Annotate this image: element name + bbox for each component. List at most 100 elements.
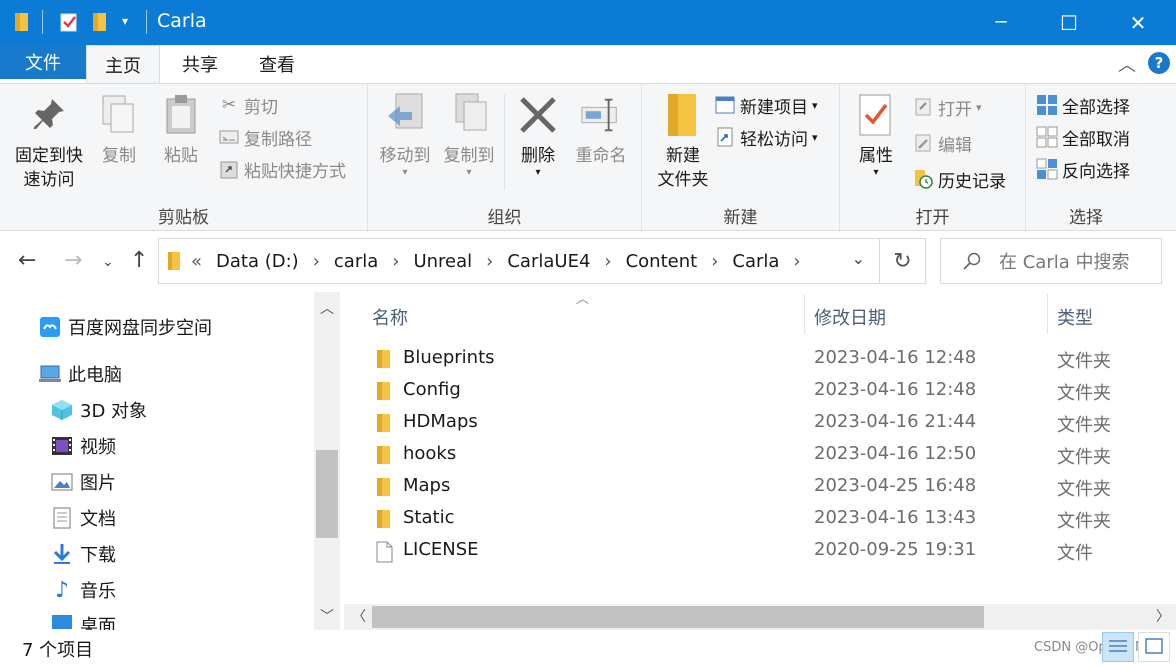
new-folder-button[interactable]: 新建 文件夹: [648, 92, 718, 192]
column-divider[interactable]: [1047, 294, 1048, 334]
file-icon: [374, 541, 394, 563]
easy-access-button[interactable]: 轻松访问 ▾: [714, 122, 818, 152]
cut-button[interactable]: ✂ 剪切: [218, 90, 278, 120]
new-folder-quick-icon[interactable]: [92, 12, 108, 37]
chevron-right-icon[interactable]: ›: [793, 251, 800, 272]
chevron-right-icon[interactable]: ›: [392, 251, 399, 272]
table-row[interactable]: hooks 2023-04-16 12:50 文件夹: [344, 439, 1176, 471]
chevron-right-icon[interactable]: ›: [486, 251, 493, 272]
move-to-button[interactable]: 移动到 ▾: [374, 92, 436, 178]
file-date: 2023-04-16 13:43: [814, 507, 977, 528]
breadcrumb-carla-current[interactable]: Carla: [732, 251, 779, 272]
nav-item-documents[interactable]: 文档: [50, 505, 116, 531]
copy-button[interactable]: 复制: [94, 92, 144, 168]
chevron-right-icon[interactable]: ›: [711, 251, 718, 272]
minimize-button[interactable]: ─: [967, 0, 1035, 45]
table-row[interactable]: Static 2023-04-16 13:43 文件夹: [344, 503, 1176, 535]
copy-path-button[interactable]: 复制路径: [218, 122, 312, 152]
rename-button[interactable]: 重命名: [568, 92, 634, 168]
nav-item-desktop[interactable]: 桌面: [50, 612, 116, 630]
table-row[interactable]: Config 2023-04-16 12:48 文件夹: [344, 375, 1176, 407]
refresh-button[interactable]: ↻: [880, 238, 926, 284]
baidu-netdisk-icon: [38, 316, 62, 338]
file-name: Blueprints: [403, 347, 495, 368]
edit-button[interactable]: 编辑: [912, 128, 972, 158]
table-row[interactable]: LICENSE 2020-09-25 19:31 文件: [344, 535, 1176, 567]
column-header-date[interactable]: 修改日期: [814, 304, 886, 330]
file-date: 2023-04-16 21:44: [814, 411, 977, 432]
quick-access-dropdown-icon[interactable]: ▾: [122, 14, 128, 28]
tab-home[interactable]: 主页: [86, 45, 160, 83]
breadcrumb-content[interactable]: Content: [626, 251, 698, 272]
chevron-right-icon[interactable]: ›: [313, 251, 320, 272]
close-button[interactable]: ✕: [1104, 0, 1172, 45]
breadcrumb-carlaue4[interactable]: CarlaUE4: [507, 251, 590, 272]
chevron-right-icon[interactable]: ›: [604, 251, 611, 272]
collapse-ribbon-icon[interactable]: ︿: [1118, 51, 1136, 77]
up-arrow-icon[interactable]: ↑: [130, 248, 148, 273]
scrollbar-thumb[interactable]: [372, 606, 984, 628]
pin-quick-access-button[interactable]: 固定到快 速访问: [8, 92, 90, 192]
paste-button[interactable]: 粘贴: [156, 92, 206, 168]
properties-quick-icon[interactable]: [60, 12, 78, 37]
overflow-icon[interactable]: «: [191, 251, 202, 272]
tab-share[interactable]: 共享: [164, 45, 236, 83]
select-none-icon: [1036, 126, 1058, 148]
nav-item-videos[interactable]: 视频: [50, 433, 116, 459]
column-header-name[interactable]: 名称: [372, 304, 408, 330]
new-folder-icon: [662, 92, 704, 138]
large-icons-view-button[interactable]: [1138, 632, 1170, 662]
cut-label: 剪切: [244, 97, 278, 118]
forward-arrow-icon[interactable]: →: [64, 248, 82, 273]
tab-file[interactable]: 文件: [0, 45, 86, 79]
nav-item-music[interactable]: ♪ 音乐: [50, 577, 116, 603]
scroll-left-icon[interactable]: 〈: [352, 606, 366, 626]
file-type: 文件: [1057, 543, 1093, 564]
help-icon[interactable]: ?: [1148, 52, 1170, 74]
table-row[interactable]: Maps 2023-04-25 16:48 文件夹: [344, 471, 1176, 503]
search-box[interactable]: 在 Carla 中搜索: [940, 238, 1162, 284]
paste-shortcut-button[interactable]: 粘贴快捷方式: [218, 154, 346, 184]
dropdown-arrow-icon: ▾: [402, 167, 408, 178]
table-row[interactable]: Blueprints 2023-04-16 12:48 文件夹: [344, 343, 1176, 375]
select-none-button[interactable]: 全部取消: [1036, 122, 1130, 152]
address-history-chevron-icon[interactable]: ⌄: [852, 249, 865, 268]
scroll-up-icon[interactable]: ︿: [314, 298, 340, 318]
this-pc-icon: [38, 363, 62, 385]
new-group-label: 新建: [723, 208, 758, 228]
details-view-button[interactable]: [1102, 632, 1134, 662]
new-item-button[interactable]: 新建项目 ▾: [714, 90, 818, 120]
file-type: 文件夹: [1057, 447, 1111, 468]
select-all-button[interactable]: 全部选择: [1036, 90, 1130, 120]
table-row[interactable]: HDMaps 2023-04-16 21:44 文件夹: [344, 407, 1176, 439]
invert-selection-button[interactable]: 反向选择: [1036, 154, 1130, 184]
breadcrumb-unreal[interactable]: Unreal: [413, 251, 472, 272]
file-list-horizontal-scrollbar[interactable]: 〈 〉: [344, 604, 1176, 630]
nav-item-baidu[interactable]: 百度网盘同步空间: [38, 314, 212, 340]
scrollbar-thumb[interactable]: [316, 450, 338, 538]
separator: [504, 94, 505, 190]
delete-button[interactable]: 删除 ▾: [512, 92, 564, 178]
open-group: 属性 ▾ 打开 ▾ 编辑 历史记录 打开: [840, 84, 1026, 232]
back-arrow-icon[interactable]: ←: [18, 248, 36, 273]
navigation-pane: 百度网盘同步空间 此电脑 3D 对象 视频 图片 文档 下载 ♪ 音乐 桌面 ︿…: [0, 292, 344, 630]
recent-locations-chevron-icon[interactable]: ⌄: [102, 254, 114, 270]
breadcrumb-data-drive[interactable]: Data (D:): [216, 251, 299, 272]
maximize-button[interactable]: ☐: [1035, 0, 1103, 45]
breadcrumb-carla[interactable]: carla: [334, 251, 378, 272]
column-header-type[interactable]: 类型: [1057, 304, 1093, 330]
scroll-down-icon[interactable]: ﹀: [314, 606, 340, 626]
address-bar[interactable]: « Data (D:) › carla › Unreal › CarlaUE4 …: [158, 238, 880, 284]
nav-item-this-pc[interactable]: 此电脑: [38, 361, 122, 387]
copy-to-button[interactable]: 复制到 ▾: [438, 92, 500, 178]
nav-pane-scrollbar[interactable]: ︿ ﹀: [314, 292, 340, 630]
scroll-right-icon[interactable]: 〉: [1156, 606, 1170, 626]
column-divider[interactable]: [804, 294, 805, 334]
nav-item-pictures[interactable]: 图片: [50, 469, 116, 495]
properties-button[interactable]: 属性 ▾: [850, 92, 902, 178]
nav-item-3d-objects[interactable]: 3D 对象: [50, 397, 147, 423]
tab-view[interactable]: 查看: [240, 45, 314, 83]
open-button[interactable]: 打开 ▾: [912, 92, 982, 122]
nav-item-downloads[interactable]: 下载: [50, 541, 116, 567]
history-button[interactable]: 历史记录: [912, 164, 1006, 194]
